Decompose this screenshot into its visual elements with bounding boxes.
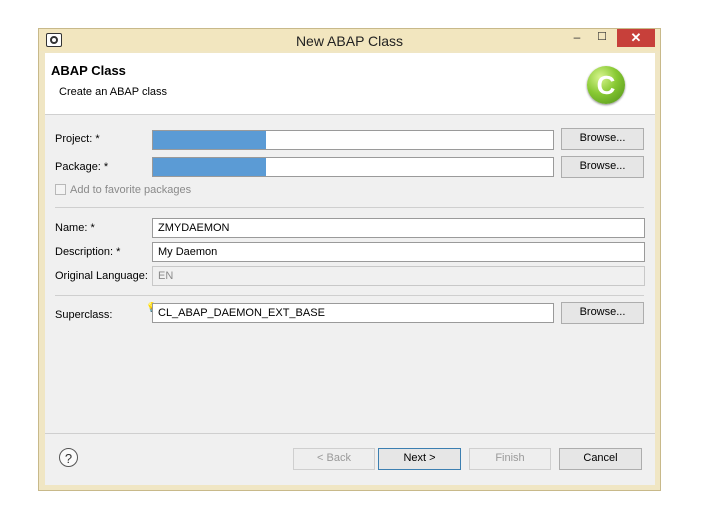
- package-browse-button[interactable]: Browse...: [561, 156, 644, 178]
- project-browse-button[interactable]: Browse...: [561, 128, 644, 150]
- separator: [55, 207, 644, 208]
- superclass-input[interactable]: CL_ABAP_DAEMON_EXT_BASE: [152, 303, 554, 323]
- superclass-browse-button[interactable]: Browse...: [561, 302, 644, 324]
- superclass-label: Superclass:: [55, 309, 113, 321]
- class-logo-letter: C: [596, 70, 616, 100]
- next-button[interactable]: Next >: [378, 448, 461, 470]
- name-label: Name: *: [55, 222, 95, 234]
- page-subtitle: Create an ABAP class: [59, 86, 168, 98]
- project-value-highlight: [153, 131, 266, 149]
- help-icon[interactable]: ?: [59, 448, 78, 467]
- package-value-highlight: [153, 158, 266, 176]
- description-input[interactable]: My Daemon: [152, 242, 645, 262]
- favorite-label: Add to favorite packages: [70, 184, 192, 196]
- close-button[interactable]: ✕: [617, 29, 655, 47]
- original-language-field: EN: [152, 266, 645, 286]
- favorite-checkbox[interactable]: [55, 184, 66, 195]
- project-label: Project: *: [55, 133, 100, 145]
- footer-separator: [45, 433, 655, 434]
- page-title: ABAP Class: [51, 63, 126, 78]
- wizard-header: [45, 53, 655, 115]
- finish-button[interactable]: Finish: [469, 448, 551, 470]
- original-language-label: Original Language:: [55, 270, 148, 282]
- maximize-button[interactable]: ☐: [591, 30, 613, 46]
- description-label: Description: *: [55, 246, 121, 258]
- separator: [55, 295, 644, 296]
- back-button[interactable]: < Back: [293, 448, 375, 470]
- package-label: Package: *: [55, 161, 109, 173]
- name-input[interactable]: ZMYDAEMON: [152, 218, 645, 238]
- minimize-button[interactable]: –: [566, 30, 588, 46]
- cancel-button[interactable]: Cancel: [559, 448, 642, 470]
